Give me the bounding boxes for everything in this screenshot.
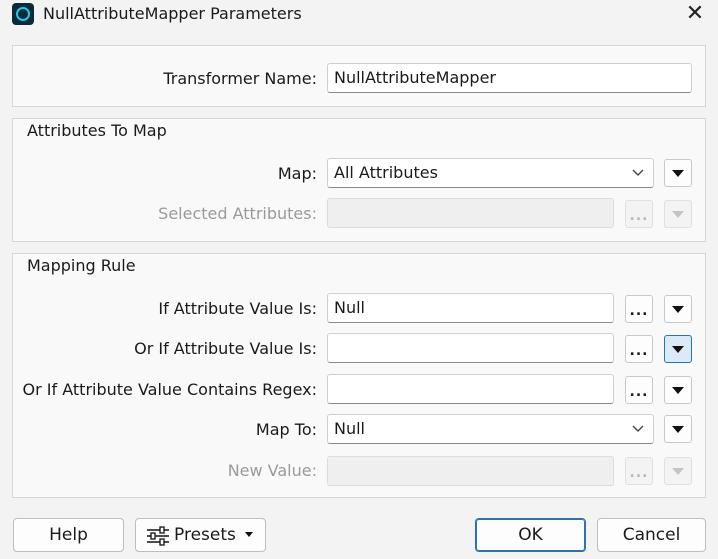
fme-app-icon [12,3,34,25]
new-value-label: New Value: [227,461,317,480]
triangle-down-icon [672,211,684,218]
transformer-name-input[interactable]: NullAttributeMapper [327,63,692,93]
new-value-ellipsis-button: ... [625,457,653,485]
new-value-menu-button [664,457,692,485]
map-select-value: All Attributes [334,163,438,182]
close-icon[interactable]: ✕ [682,1,708,27]
triangle-down-icon [245,532,253,537]
or-if-attribute-value-menu-button[interactable] [664,335,692,363]
presets-label: Presets [174,525,236,545]
chevron-down-icon [632,425,644,432]
if-attribute-value-label: If Attribute Value Is: [158,299,317,318]
or-if-attribute-value-label: Or If Attribute Value Is: [134,339,317,358]
if-attribute-value-ellipsis-button[interactable]: ... [625,295,653,323]
selected-attributes-ellipsis-button: ... [625,200,653,228]
map-menu-button[interactable] [664,159,692,187]
map-to-menu-button[interactable] [664,415,692,443]
new-value-input [327,456,614,486]
triangle-down-icon [672,306,684,313]
if-attribute-value-menu-button[interactable] [664,295,692,323]
selected-attributes-input [327,198,614,228]
sliders-icon [147,526,169,546]
selected-attributes-menu-button [664,200,692,228]
map-to-label: Map To: [255,420,317,439]
mapping-rule-title: Mapping Rule [27,256,136,275]
or-if-attribute-value-ellipsis-button[interactable]: ... [625,335,653,363]
presets-button[interactable]: Presets [135,518,266,552]
triangle-down-icon [672,426,684,433]
selected-attributes-label: Selected Attributes: [158,204,317,223]
triangle-down-icon [672,468,684,475]
transformer-name-label: Transformer Name: [163,69,317,88]
triangle-down-icon [672,346,684,353]
regex-label: Or If Attribute Value Contains Regex: [22,380,317,399]
or-if-attribute-value-input[interactable] [327,333,614,363]
regex-input[interactable] [327,374,614,404]
help-button[interactable]: Help [13,518,124,552]
window-title: NullAttributeMapper Parameters [43,4,302,23]
regex-menu-button[interactable] [664,376,692,404]
chevron-down-icon [632,169,644,176]
triangle-down-icon [672,387,684,394]
map-label: Map: [277,164,317,183]
attributes-to-map-title: Attributes To Map [27,121,167,140]
cancel-button[interactable]: Cancel [597,518,706,552]
ok-button[interactable]: OK [475,518,586,552]
map-to-select-value: Null [334,419,365,438]
triangle-down-icon [672,170,684,177]
regex-ellipsis-button[interactable]: ... [625,376,653,404]
map-to-select[interactable]: Null [327,414,654,444]
if-attribute-value-input[interactable]: Null [327,293,614,323]
map-select[interactable]: All Attributes [327,158,654,188]
title-bar: NullAttributeMapper Parameters ✕ [0,0,718,30]
